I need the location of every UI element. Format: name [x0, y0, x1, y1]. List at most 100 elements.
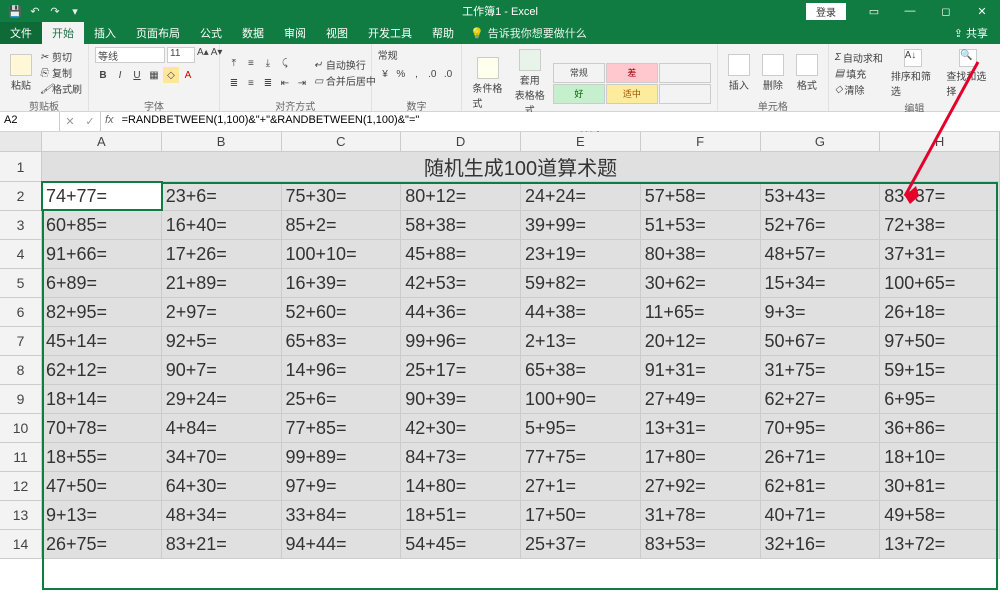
- cell-C13[interactable]: 33+84=: [282, 501, 402, 529]
- cell-G5[interactable]: 15+34=: [761, 269, 881, 297]
- cell-H4[interactable]: 37+31=: [880, 240, 1000, 268]
- cell-F10[interactable]: 13+31=: [641, 414, 761, 442]
- tab-view[interactable]: 视图: [316, 22, 358, 44]
- bold-button[interactable]: B: [95, 67, 111, 83]
- cell-G13[interactable]: 40+71=: [761, 501, 881, 529]
- cell-F2[interactable]: 57+58=: [641, 182, 761, 210]
- row-header-11[interactable]: 11: [0, 443, 42, 471]
- cell-H5[interactable]: 100+65=: [880, 269, 1000, 297]
- cell-E3[interactable]: 39+99=: [521, 211, 641, 239]
- cell-G2[interactable]: 53+43=: [761, 182, 881, 210]
- cell-E4[interactable]: 23+19=: [521, 240, 641, 268]
- cell-H14[interactable]: 13+72=: [880, 530, 1000, 558]
- cell-B12[interactable]: 64+30=: [162, 472, 282, 500]
- row-header-6[interactable]: 6: [0, 298, 42, 326]
- title-cell[interactable]: 随机生成100道算术题: [42, 152, 1000, 181]
- autosum-button[interactable]: Σ 自动求和: [835, 50, 883, 65]
- share-button[interactable]: ⇪ 共享: [942, 22, 1000, 44]
- copy-button[interactable]: ⎘复制: [40, 65, 82, 80]
- tell-me[interactable]: 💡 告诉我你想要做什么: [470, 25, 587, 44]
- cell-G3[interactable]: 52+76=: [761, 211, 881, 239]
- cell-D9[interactable]: 90+39=: [401, 385, 521, 413]
- fill-color-icon[interactable]: ◇: [163, 67, 179, 83]
- cell-H2[interactable]: 83+37=: [880, 182, 1000, 210]
- cell-D4[interactable]: 45+88=: [401, 240, 521, 268]
- font-color-icon[interactable]: A: [180, 67, 196, 83]
- col-D[interactable]: D: [401, 132, 521, 151]
- cell-C6[interactable]: 52+60=: [282, 298, 402, 326]
- cell-E5[interactable]: 59+82=: [521, 269, 641, 297]
- indent-inc-icon[interactable]: ⇥: [294, 76, 310, 92]
- row-header-4[interactable]: 4: [0, 240, 42, 268]
- conditional-format-button[interactable]: 条件格式: [468, 55, 506, 112]
- tab-dev[interactable]: 开发工具: [358, 22, 422, 44]
- cell-C11[interactable]: 99+89=: [282, 443, 402, 471]
- cell-D14[interactable]: 54+45=: [401, 530, 521, 558]
- cell-D8[interactable]: 25+17=: [401, 356, 521, 384]
- cell-G11[interactable]: 26+71=: [761, 443, 881, 471]
- cell-H12[interactable]: 30+81=: [880, 472, 1000, 500]
- cell-D12[interactable]: 14+80=: [401, 472, 521, 500]
- cell-C3[interactable]: 85+2=: [282, 211, 402, 239]
- inc-decimal-icon[interactable]: .0: [425, 66, 440, 82]
- cell-B2[interactable]: 23+6=: [162, 182, 282, 210]
- tab-data[interactable]: 数据: [232, 22, 274, 44]
- cell-E6[interactable]: 44+38=: [521, 298, 641, 326]
- cell-E11[interactable]: 77+75=: [521, 443, 641, 471]
- col-H[interactable]: H: [880, 132, 1000, 151]
- cell-A12[interactable]: 47+50=: [42, 472, 162, 500]
- cell-B7[interactable]: 92+5=: [162, 327, 282, 355]
- cell-C8[interactable]: 14+96=: [282, 356, 402, 384]
- cell-A7[interactable]: 45+14=: [42, 327, 162, 355]
- cell-H6[interactable]: 26+18=: [880, 298, 1000, 326]
- font-size-select[interactable]: 11: [167, 47, 195, 63]
- paste-button[interactable]: 粘贴: [6, 52, 36, 94]
- cell-E12[interactable]: 27+1=: [521, 472, 641, 500]
- merge-center-button[interactable]: ▭合并后居中: [314, 73, 376, 88]
- cell-D10[interactable]: 42+30=: [401, 414, 521, 442]
- cell-D7[interactable]: 99+96=: [401, 327, 521, 355]
- cell-F12[interactable]: 27+92=: [641, 472, 761, 500]
- format-cells-button[interactable]: 格式: [792, 52, 822, 94]
- cell-B9[interactable]: 29+24=: [162, 385, 282, 413]
- col-B[interactable]: B: [162, 132, 282, 151]
- cell-A5[interactable]: 6+89=: [42, 269, 162, 297]
- cell-A2[interactable]: 74+77=: [42, 182, 162, 210]
- cell-C2[interactable]: 75+30=: [282, 182, 402, 210]
- col-F[interactable]: F: [641, 132, 761, 151]
- cell-B13[interactable]: 48+34=: [162, 501, 282, 529]
- dec-decimal-icon[interactable]: .0: [441, 66, 456, 82]
- cell-H11[interactable]: 18+10=: [880, 443, 1000, 471]
- cell-C7[interactable]: 65+83=: [282, 327, 402, 355]
- col-E[interactable]: E: [521, 132, 641, 151]
- align-bottom-icon[interactable]: ⤓: [260, 56, 276, 72]
- indent-dec-icon[interactable]: ⇤: [277, 76, 293, 92]
- fill-button[interactable]: ▤ 填充: [835, 66, 883, 81]
- cut-button[interactable]: ✂剪切: [40, 49, 82, 64]
- redo-icon[interactable]: ↷: [48, 4, 62, 18]
- cell-H3[interactable]: 72+38=: [880, 211, 1000, 239]
- row-header-12[interactable]: 12: [0, 472, 42, 500]
- cell-A8[interactable]: 62+12=: [42, 356, 162, 384]
- style-blank2[interactable]: [659, 84, 711, 104]
- cell-B11[interactable]: 34+70=: [162, 443, 282, 471]
- row-header-9[interactable]: 9: [0, 385, 42, 413]
- worksheet[interactable]: ABCDEFGH 1随机生成100道算术题274+77=23+6=75+30=8…: [0, 132, 1000, 559]
- row-header-5[interactable]: 5: [0, 269, 42, 297]
- cell-A11[interactable]: 18+55=: [42, 443, 162, 471]
- cell-H8[interactable]: 59+15=: [880, 356, 1000, 384]
- cell-D5[interactable]: 42+53=: [401, 269, 521, 297]
- name-box[interactable]: A2: [0, 112, 60, 131]
- cell-H9[interactable]: 6+95=: [880, 385, 1000, 413]
- cell-H7[interactable]: 97+50=: [880, 327, 1000, 355]
- close-icon[interactable]: ✕: [964, 0, 1000, 22]
- cell-A6[interactable]: 82+95=: [42, 298, 162, 326]
- style-good[interactable]: 好: [553, 84, 605, 104]
- insert-cells-button[interactable]: 插入: [724, 52, 754, 94]
- cell-F13[interactable]: 31+78=: [641, 501, 761, 529]
- col-C[interactable]: C: [282, 132, 402, 151]
- row-header-7[interactable]: 7: [0, 327, 42, 355]
- wrap-text-button[interactable]: ↵自动换行: [314, 57, 376, 72]
- cell-F3[interactable]: 51+53=: [641, 211, 761, 239]
- tab-file[interactable]: 文件: [0, 22, 42, 44]
